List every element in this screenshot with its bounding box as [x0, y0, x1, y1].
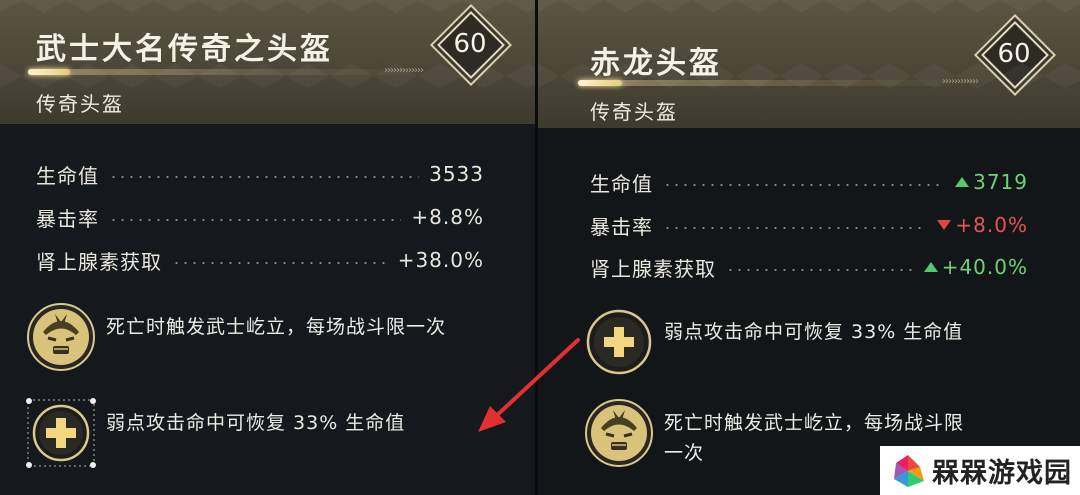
- increase-arrow-icon: [955, 177, 970, 187]
- stat-label: 暴击率: [36, 206, 99, 231]
- stat-label: 肾上腺素获取: [590, 256, 716, 281]
- item-progress-bar: ››››››››››››: [578, 76, 979, 87]
- level-badge: 60: [981, 21, 1049, 89]
- item-type: 传奇头盔: [590, 100, 678, 124]
- left-item-card: 武士大名传奇之头盔 ››››››››››››› 传奇头盔 60 生命值 3533…: [0, 0, 535, 495]
- level-badge: 60: [437, 11, 505, 79]
- stat-value: +38.0%: [397, 248, 484, 272]
- item-progress-fill: [578, 80, 622, 86]
- increase-arrow-icon: [923, 262, 938, 272]
- chevron-decor-icon: ›››››››››››››: [384, 65, 424, 76]
- plus-heal-icon: [26, 398, 96, 468]
- stat-row-crit: 暴击率 +8.8%: [36, 202, 484, 232]
- stat-value: +8.8%: [411, 205, 484, 229]
- right-item-card: 赤龙头盔 传奇头盔 ›››››››››››› 60 生命值 3719 暴击率 +…: [538, 0, 1080, 495]
- stat-value: +40.0%: [941, 255, 1028, 279]
- dotted-leader: [663, 184, 946, 186]
- chevron-decor-icon: ››››››››››››: [942, 76, 979, 87]
- decrease-arrow-icon: [937, 220, 952, 230]
- perk-weakspot-heal[interactable]: 弱点攻击命中可恢复 33% 生命值: [26, 398, 486, 468]
- item-title: 武士大名传奇之头盔: [36, 32, 333, 67]
- stat-row-adrenaline: 肾上腺素获取 +38.0%: [36, 245, 484, 275]
- stat-row-adrenaline: 肾上腺素获取 +40.0%: [590, 252, 1028, 282]
- stat-label: 生命值: [590, 171, 653, 196]
- perk-text: 死亡时触发武士屹立，每场战斗限一次: [106, 316, 447, 338]
- perk-samurai-stand[interactable]: 死亡时触发武士屹立，每场战斗限一次: [26, 302, 486, 372]
- perk-weakspot-heal[interactable]: 弱点攻击命中可恢复 33% 生命值: [584, 307, 1044, 377]
- samurai-mask-icon: [26, 302, 96, 372]
- dotted-leader: [663, 227, 928, 229]
- plus-heal-icon: [584, 307, 654, 377]
- dotted-leader: [109, 176, 420, 178]
- stat-label: 生命值: [36, 163, 99, 188]
- level-value: 60: [453, 29, 487, 59]
- stat-value: 3719: [973, 170, 1028, 194]
- stat-label: 暴击率: [590, 214, 653, 239]
- dotted-leader: [109, 219, 402, 221]
- perk-text: 弱点攻击命中可恢复 33% 生命值: [106, 412, 406, 434]
- annotation-arrow-icon: [478, 338, 580, 432]
- site-watermark: 槑槑游戏园: [880, 446, 1080, 495]
- stat-label: 肾上腺素获取: [36, 249, 162, 274]
- stat-row-health: 生命值 3719: [590, 167, 1028, 197]
- level-value: 60: [997, 39, 1031, 69]
- stat-value: +8.0%: [955, 213, 1028, 237]
- item-type: 传奇头盔: [36, 92, 124, 116]
- samurai-mask-icon: [584, 398, 654, 468]
- dotted-leader: [726, 269, 914, 271]
- stat-row-health: 生命值 3533: [36, 159, 484, 189]
- item-title: 赤龙头盔: [590, 46, 722, 81]
- item-progress-fill: [28, 69, 70, 75]
- perk-text: 弱点攻击命中可恢复 33% 生命值: [664, 321, 964, 343]
- watermark-text: 槑槑游戏园: [932, 458, 1072, 489]
- dotted-leader: [172, 262, 388, 264]
- item-progress-bar: ›››››››››››››: [28, 65, 424, 76]
- watermark-logo-icon: [894, 454, 924, 487]
- stat-value: 3533: [429, 162, 484, 186]
- item-header: 武士大名传奇之头盔 ››››››››››››› 传奇头盔 60: [0, 0, 535, 124]
- stat-row-crit: 暴击率 +8.0%: [590, 210, 1028, 240]
- item-header: 赤龙头盔 传奇头盔 ›››››››››››› 60: [538, 0, 1080, 128]
